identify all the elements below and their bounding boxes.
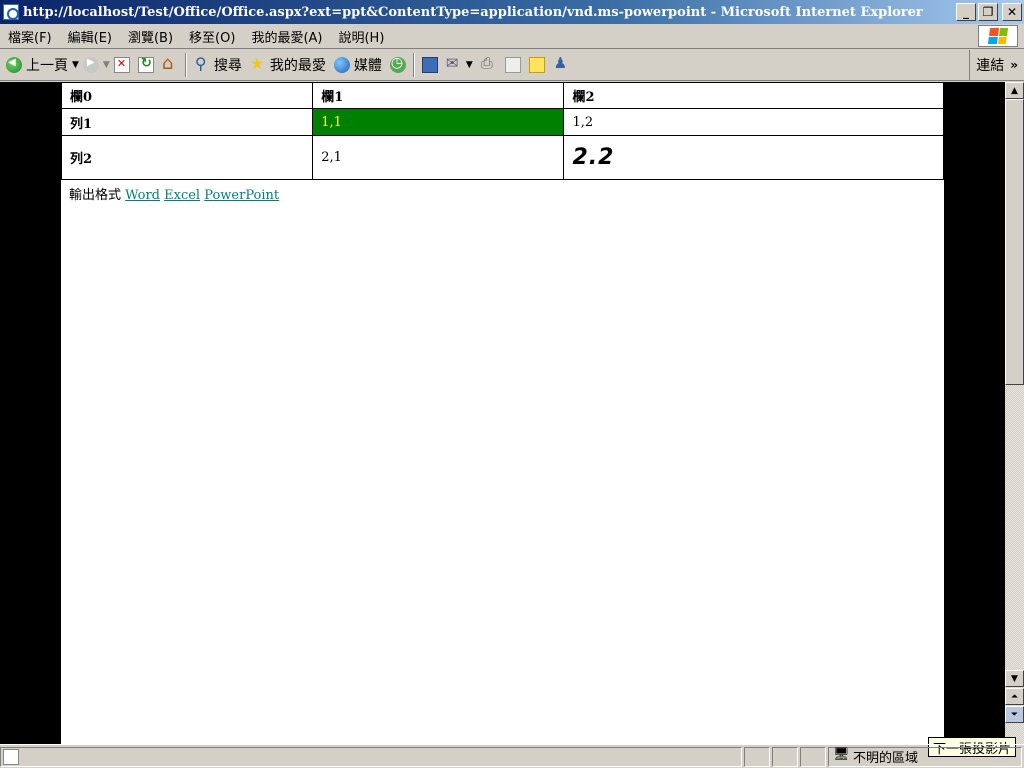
research-icon (421, 57, 438, 73)
search-label: 搜尋 (213, 58, 242, 74)
zone-computer-icon (833, 747, 850, 765)
header-cell: 欄0 (60, 82, 314, 109)
mail-button[interactable]: ▼ (442, 52, 477, 78)
row-header-cell: 列2 (60, 135, 314, 180)
home-button[interactable] (158, 52, 182, 78)
table-cell: 1,2 (563, 108, 944, 136)
status-bar: 不明的區域 (0, 744, 1024, 768)
data-table: 欄0 欄1 欄2 列1 1,1 1,2 列2 2,1 2.2 (60, 82, 944, 180)
star-icon (250, 54, 266, 73)
forward-dropdown-icon[interactable]: ▼ (103, 60, 110, 70)
export-label: 輸出格式 (69, 188, 122, 203)
row-header-cell: 列1 (60, 108, 314, 136)
security-zone-pane: 不明的區域 (828, 746, 1022, 767)
links-label: 連結 (976, 58, 1005, 74)
home-icon (162, 53, 178, 74)
status-pane (744, 746, 770, 767)
messenger-button[interactable] (549, 52, 573, 78)
menu-bar: 檔案(F) 編輯(E) 瀏覽(B) 移至(O) 我的最愛(A) 說明(H) (0, 24, 1024, 49)
links-bar[interactable]: 連結 » (969, 50, 1024, 80)
close-button[interactable]: ✕ (1002, 3, 1022, 21)
window-controls: _ ❐ ✕ (956, 3, 1022, 21)
links-chevron-icon[interactable]: » (1010, 58, 1018, 72)
favorites-button[interactable]: 我的最愛 (246, 52, 330, 78)
scroll-up-button[interactable]: ▲ (1005, 82, 1024, 99)
research-button[interactable] (418, 52, 442, 78)
menu-go[interactable]: 移至(O) (181, 27, 243, 46)
export-word-link[interactable]: Word (125, 188, 160, 203)
large-text-cell: 2.2 (563, 135, 944, 180)
menu-file[interactable]: 檔案(F) (0, 27, 60, 46)
back-button[interactable]: 上一頁 (2, 52, 72, 78)
standard-toolbar: 上一頁 ▼ ▼ 搜尋 我的最愛 媒體 ▼ 連結 » (0, 50, 1024, 81)
menu-view[interactable]: 瀏覽(B) (120, 27, 181, 46)
messenger-icon (553, 54, 569, 73)
menu-edit[interactable]: 編輯(E) (60, 27, 120, 46)
header-cell: 欄2 (563, 82, 944, 109)
stop-icon (113, 57, 130, 73)
slide-content: 欄0 欄1 欄2 列1 1,1 1,2 列2 2,1 2.2 輸出格式 Word… (60, 82, 944, 744)
edit-button[interactable] (501, 52, 525, 78)
next-slide-button[interactable]: ⏷ (1005, 706, 1024, 723)
forward-arrow-icon (82, 57, 99, 73)
status-pane (772, 746, 798, 767)
refresh-button[interactable] (134, 52, 158, 78)
window-title: http://localhost/Test/Office/Office.aspx… (23, 4, 923, 20)
menu-help[interactable]: 說明(H) (330, 27, 392, 46)
export-format-line: 輸出格式 Word Excel PowerPoint (69, 184, 279, 203)
restore-button[interactable]: ❐ (978, 3, 998, 21)
edit-icon (504, 57, 521, 73)
forward-button[interactable] (79, 52, 103, 78)
windows-flag-icon (987, 28, 1009, 44)
mail-dropdown-icon: ▼ (465, 60, 473, 70)
menu-favorites[interactable]: 我的最愛(A) (243, 27, 330, 46)
title-bar: http://localhost/Test/Office/Office.aspx… (0, 0, 1024, 24)
search-icon (194, 54, 210, 73)
print-button[interactable] (477, 52, 501, 78)
history-icon (389, 55, 406, 73)
toolbar-separator (184, 53, 187, 77)
mail-icon (446, 54, 462, 73)
scroll-down-button[interactable]: ▼ (1005, 670, 1024, 687)
previous-slide-button[interactable]: ⏶ (1005, 688, 1024, 705)
table-row: 列2 2,1 2.2 (60, 135, 944, 180)
print-icon (481, 54, 497, 73)
table-row: 列1 1,1 1,2 (60, 108, 944, 136)
highlighted-cell: 1,1 (312, 108, 565, 136)
media-globe-icon (333, 57, 350, 73)
discuss-button[interactable] (525, 52, 549, 78)
export-powerpoint-link[interactable]: PowerPoint (204, 188, 279, 203)
windows-logo (978, 25, 1018, 47)
export-excel-link[interactable]: Excel (164, 188, 200, 203)
favorites-label: 我的最愛 (269, 58, 326, 74)
media-label: 媒體 (353, 58, 382, 74)
search-button[interactable]: 搜尋 (190, 52, 246, 78)
ie-app-icon[interactable] (3, 4, 19, 20)
back-arrow-icon (6, 57, 22, 73)
scroll-thumb[interactable] (1005, 99, 1024, 385)
toolbar-separator (412, 53, 415, 77)
status-pane (800, 746, 826, 767)
minimize-button[interactable]: _ (956, 3, 976, 21)
page-icon (3, 748, 19, 765)
media-button[interactable]: 媒體 (330, 52, 386, 78)
table-cell: 2,1 (312, 135, 565, 180)
document-viewport: 欄0 欄1 欄2 列1 1,1 1,2 列2 2,1 2.2 輸出格式 Word… (0, 82, 1005, 744)
zone-label: 不明的區域 (853, 751, 919, 766)
history-button[interactable] (386, 52, 410, 78)
header-cell: 欄1 (312, 82, 565, 109)
stop-button[interactable] (110, 52, 134, 78)
vertical-scrollbar[interactable]: ▲ ▼ ⏶ ⏷ (1005, 82, 1024, 744)
back-label: 上一頁 (26, 58, 68, 74)
status-message-pane (0, 746, 742, 767)
table-header-row: 欄0 欄1 欄2 (60, 82, 944, 109)
refresh-icon (137, 56, 154, 73)
note-icon (528, 57, 545, 73)
back-dropdown-icon[interactable]: ▼ (72, 60, 79, 70)
